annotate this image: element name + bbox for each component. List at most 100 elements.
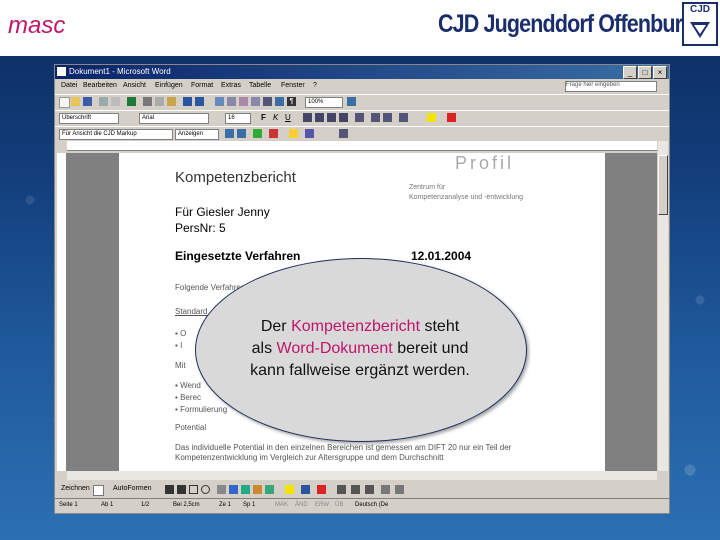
line-color-icon[interactable] bbox=[301, 485, 310, 494]
help-icon[interactable] bbox=[347, 97, 356, 106]
font-size-select[interactable]: 16 bbox=[225, 113, 251, 124]
ellipse-tool-icon[interactable] bbox=[201, 485, 210, 494]
line-style-icon[interactable] bbox=[337, 485, 346, 494]
menu-bearbeiten[interactable]: Bearbeiten bbox=[83, 82, 117, 89]
line-spacing-icon[interactable] bbox=[355, 113, 364, 122]
spelling-icon[interactable] bbox=[127, 97, 136, 106]
menu-ansicht[interactable]: Ansicht bbox=[123, 82, 146, 89]
font-select[interactable]: Arial bbox=[139, 113, 209, 124]
font-color-icon[interactable] bbox=[447, 113, 456, 122]
print-icon[interactable] bbox=[99, 97, 108, 106]
paste-icon[interactable] bbox=[167, 97, 176, 106]
callout-after2: bereit und bbox=[397, 340, 469, 357]
table-icon[interactable] bbox=[227, 97, 236, 106]
indent-icon[interactable] bbox=[399, 113, 408, 122]
preview-icon[interactable] bbox=[111, 97, 120, 106]
close-button[interactable]: × bbox=[653, 66, 667, 79]
status-page: Seite 1 bbox=[59, 502, 78, 508]
3d-icon[interactable] bbox=[395, 485, 404, 494]
doc-zentrum-line1: Zentrum für bbox=[409, 184, 446, 191]
vertical-scrollbar[interactable] bbox=[658, 141, 668, 471]
hyperlink-icon[interactable] bbox=[215, 97, 224, 106]
callout-prefix: Der bbox=[260, 318, 287, 335]
menu-fenster[interactable]: Fenster bbox=[281, 82, 305, 89]
maximize-button[interactable]: □ bbox=[638, 66, 652, 79]
menu-format[interactable]: Format bbox=[191, 82, 213, 89]
wordart-icon[interactable] bbox=[229, 485, 238, 494]
track-changes-icon[interactable] bbox=[305, 129, 314, 138]
docmap-icon[interactable] bbox=[275, 97, 284, 106]
clipart-icon[interactable] bbox=[253, 485, 262, 494]
copy-icon[interactable] bbox=[155, 97, 164, 106]
line-tool-icon[interactable] bbox=[165, 485, 174, 494]
display-select[interactable]: Anzeigen bbox=[175, 129, 219, 140]
markup-view-select[interactable]: Für Ansicht die CJD Markup bbox=[59, 129, 173, 140]
textbox-tool-icon[interactable] bbox=[217, 485, 226, 494]
draw-font-color-icon[interactable] bbox=[317, 485, 326, 494]
arrow-style-icon[interactable] bbox=[365, 485, 374, 494]
status-mode-mak[interactable]: MAK bbox=[275, 502, 288, 508]
style-select[interactable]: Überschrift bbox=[59, 113, 119, 124]
comment-icon[interactable] bbox=[289, 129, 298, 138]
status-mode-ueb[interactable]: ÜB bbox=[335, 502, 343, 508]
horizontal-ruler[interactable] bbox=[67, 141, 657, 151]
doc-zentrum-line2: Kompetenzanalyse und -entwicklung bbox=[409, 194, 524, 201]
italic-icon[interactable]: K bbox=[273, 113, 282, 122]
review-pane-icon[interactable] bbox=[339, 129, 348, 138]
next-change-icon[interactable] bbox=[237, 129, 246, 138]
horizontal-scrollbar[interactable] bbox=[67, 471, 657, 480]
cjd-logo: CJD bbox=[682, 2, 718, 46]
fill-color-icon[interactable] bbox=[285, 485, 294, 494]
doc-profil-logo: Profil bbox=[455, 153, 515, 173]
word-titlebar[interactable]: Dokument1 - Microsoft Word _ □ × bbox=[55, 65, 669, 79]
picture-icon[interactable] bbox=[265, 485, 274, 494]
justify-icon[interactable] bbox=[339, 113, 348, 122]
reject-change-icon[interactable] bbox=[269, 129, 278, 138]
align-center-icon[interactable] bbox=[315, 113, 324, 122]
excel-icon[interactable] bbox=[239, 97, 248, 106]
new-document-icon[interactable] bbox=[59, 97, 70, 108]
menu-help[interactable]: ? bbox=[313, 82, 317, 89]
dash-style-icon[interactable] bbox=[351, 485, 360, 494]
minimize-button[interactable]: _ bbox=[623, 66, 637, 79]
zoom-select[interactable]: 100% bbox=[305, 97, 343, 108]
menu-tabelle[interactable]: Tabelle bbox=[249, 82, 271, 89]
doc-bullet-a2-text: I bbox=[180, 341, 183, 350]
menu-extras[interactable]: Extras bbox=[221, 82, 241, 89]
window-title: Dokument1 - Microsoft Word bbox=[69, 67, 171, 76]
undo-icon[interactable] bbox=[183, 97, 192, 106]
callout-highlight-word-dokument: Word-Dokument bbox=[276, 340, 393, 357]
doc-name-line: Für Giesler Jenny bbox=[175, 205, 270, 219]
vertical-scroll-thumb[interactable] bbox=[658, 155, 668, 215]
columns-icon[interactable] bbox=[251, 97, 260, 106]
help-search-input[interactable]: Frage hier eingeben bbox=[565, 81, 657, 92]
numbering-icon[interactable] bbox=[371, 113, 380, 122]
draw-menu-button[interactable]: Zeichnen bbox=[61, 485, 90, 492]
status-mode-aend[interactable]: ÄND bbox=[295, 502, 308, 508]
menu-einfuegen[interactable]: Einfügen bbox=[155, 82, 183, 89]
highlight-icon[interactable] bbox=[427, 113, 436, 122]
save-icon[interactable] bbox=[83, 97, 92, 106]
underline-icon[interactable]: U bbox=[285, 113, 294, 122]
rectangle-tool-icon[interactable] bbox=[189, 485, 198, 494]
select-objects-icon[interactable] bbox=[93, 485, 104, 496]
open-folder-icon[interactable] bbox=[71, 97, 80, 106]
drawing-icon[interactable] bbox=[263, 97, 272, 106]
bold-icon[interactable]: F bbox=[261, 113, 270, 122]
redo-icon[interactable] bbox=[195, 97, 204, 106]
pilcrow-icon[interactable]: ¶ bbox=[287, 97, 296, 106]
menu-datei[interactable]: Datei bbox=[61, 82, 77, 89]
accept-change-icon[interactable] bbox=[253, 129, 262, 138]
doc-bullet-b2-text: Berec bbox=[180, 393, 201, 402]
cut-icon[interactable] bbox=[143, 97, 152, 106]
bullets-icon[interactable] bbox=[383, 113, 392, 122]
prev-change-icon[interactable] bbox=[225, 129, 234, 138]
vertical-ruler[interactable] bbox=[57, 153, 67, 471]
status-mode-erw[interactable]: ERW bbox=[315, 502, 329, 508]
autoshapes-menu-button[interactable]: AutoFormen bbox=[113, 485, 152, 492]
shadow-icon[interactable] bbox=[381, 485, 390, 494]
align-left-icon[interactable] bbox=[303, 113, 312, 122]
align-right-icon[interactable] bbox=[327, 113, 336, 122]
diagram-icon[interactable] bbox=[241, 485, 250, 494]
arrow-tool-icon[interactable] bbox=[177, 485, 186, 494]
